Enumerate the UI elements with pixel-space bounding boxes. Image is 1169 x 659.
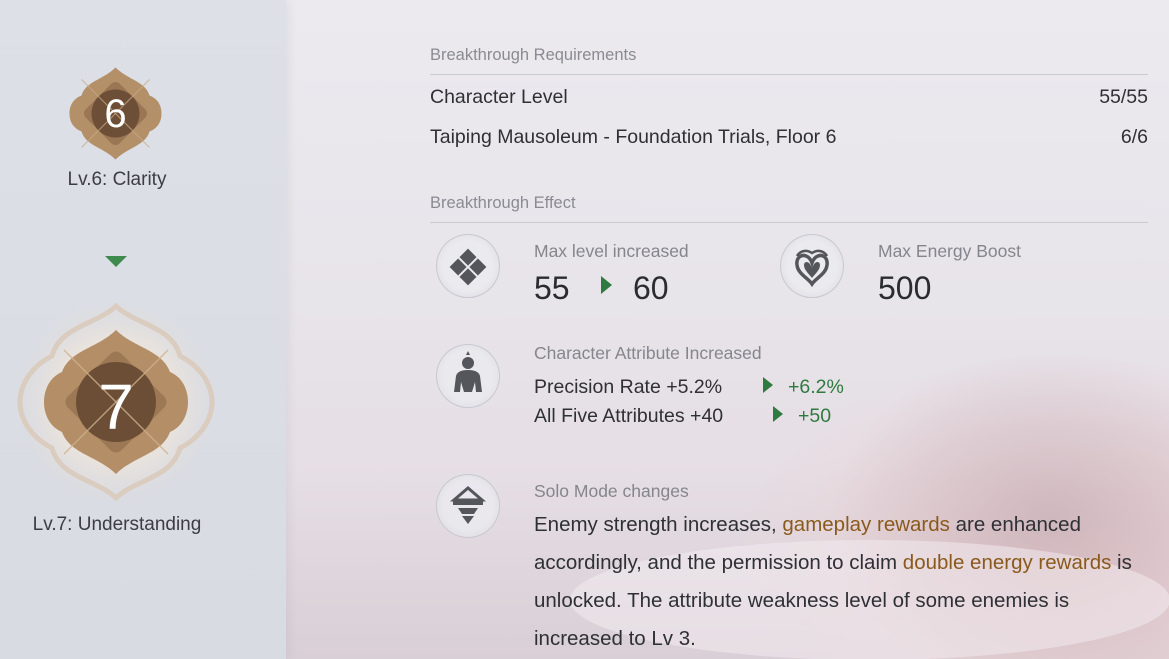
arrow-right-icon: [763, 377, 773, 393]
solo-highlight-gameplay-rewards: gameplay rewards: [782, 513, 950, 536]
solo-description: Enemy strength increases, gameplay rewar…: [534, 506, 1134, 658]
energy-emblem-icon: [795, 249, 829, 288]
tier-7-number: 7: [98, 371, 134, 443]
requirement-row: Character Level 55/55: [430, 86, 1148, 116]
max-level-to: 60: [633, 270, 669, 306]
effects-title: Breakthrough Effect: [430, 194, 576, 212]
solo-highlight-double-energy-rewards: double energy rewards: [902, 551, 1112, 574]
requirements-divider: [430, 74, 1148, 75]
arrow-right-icon: [773, 406, 783, 422]
arrow-right-icon: [601, 276, 612, 294]
requirement-name: Taiping Mausoleum - Foundation Trials, F…: [430, 126, 837, 148]
max-energy-value: 500: [878, 270, 932, 306]
max-energy-label: Max Energy Boost: [878, 241, 1021, 261]
attributes-icon-ring: [436, 344, 500, 408]
straw-hat-figure-icon: [449, 486, 487, 524]
solo-icon-ring: [436, 474, 500, 538]
breakthrough-panel: Breakthrough Requirements Character Leve…: [430, 0, 1150, 659]
tier-6-badge: 6: [68, 66, 163, 161]
attribute-row-name: All Five Attributes +40: [534, 405, 724, 427]
attribute-row-name: Precision Rate +5.2%: [534, 376, 723, 398]
requirement-value: 6/6: [1120, 126, 1148, 148]
progression-arrow-icon: [105, 256, 127, 267]
effects-divider: [430, 222, 1148, 223]
character-figure-icon: [454, 351, 482, 392]
max-level-label: Max level increased: [534, 241, 689, 261]
max-level-from: 55: [534, 270, 570, 306]
solo-label: Solo Mode changes: [534, 481, 689, 501]
solo-desc-part: Enemy strength increases,: [534, 513, 783, 536]
requirement-value: 55/55: [1099, 86, 1148, 108]
requirement-name: Character Level: [430, 86, 568, 108]
max-energy-icon-ring: [780, 234, 844, 298]
attribute-row-new: +6.2%: [788, 376, 844, 398]
requirement-row: Taiping Mausoleum - Foundation Trials, F…: [430, 126, 1148, 156]
tier-sidebar: 6 Lv.6: Clarity 7 Lv.7: Understanding: [0, 0, 286, 659]
tier-6-number: 6: [104, 92, 127, 136]
attribute-row-new: +50: [798, 405, 832, 427]
attributes-label: Character Attribute Increased: [534, 343, 762, 363]
diamond-icon: [449, 248, 487, 286]
max-level-icon-ring: [436, 234, 500, 298]
tier-7-badge: 7: [14, 300, 218, 504]
tier-6-label: Lv.6: Clarity: [67, 169, 167, 190]
requirements-title: Breakthrough Requirements: [430, 46, 637, 64]
tier-7-label: Lv.7: Understanding: [32, 514, 202, 535]
